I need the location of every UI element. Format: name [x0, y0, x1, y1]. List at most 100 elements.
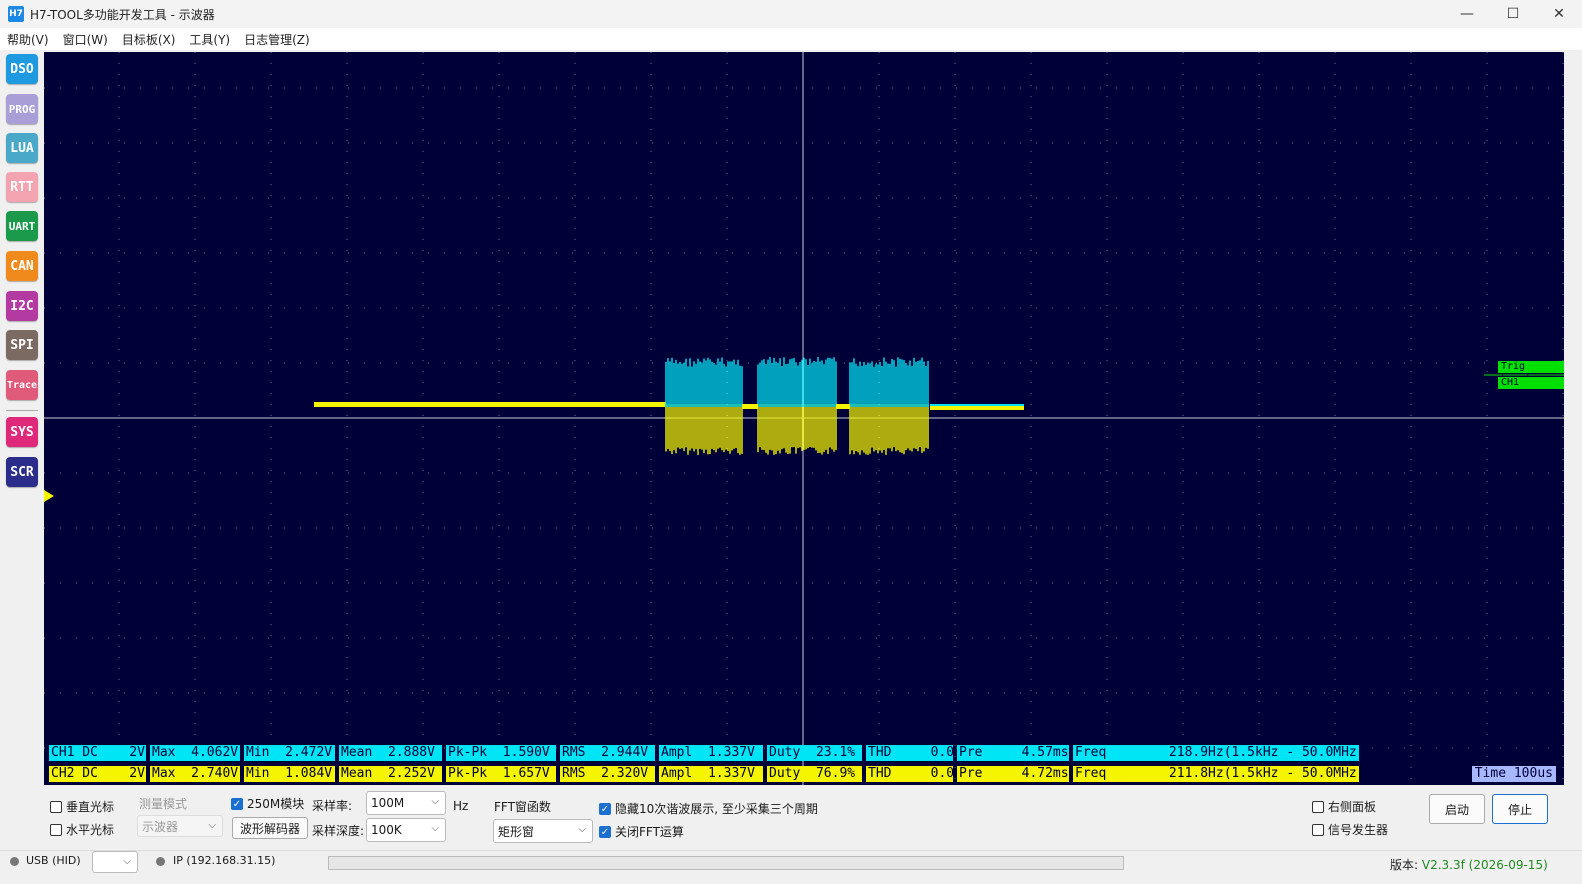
chevron-down-icon: ⌵	[208, 820, 216, 831]
sidebar-i2c-button[interactable]: I2C	[6, 291, 38, 321]
ch1-coupling: CH1 DC 2V	[49, 745, 146, 761]
sidebar-rtt-button[interactable]: RTT	[6, 172, 38, 202]
sample-rate-select[interactable]: 100M ⌵	[366, 791, 446, 815]
sidebar-scr-button[interactable]: SCR	[6, 457, 38, 487]
checkbox-box	[50, 823, 62, 836]
menu-target-board[interactable]: 目标板(X)	[115, 31, 183, 48]
ch1-pk-pk: Pk-Pk 1.590V	[446, 745, 556, 761]
chevron-down-icon: ⌵	[431, 796, 439, 807]
sample-depth-label: 采样深度:	[312, 824, 365, 838]
chevron-down-icon: ⌵	[578, 824, 586, 835]
sidebar-prog-button[interactable]: PROG	[6, 94, 38, 124]
ch2-pk-pk: Pk-Pk 1.657V	[446, 766, 556, 782]
minimize-button[interactable]: —	[1444, 0, 1490, 28]
ch1-max: Max 4.062V	[150, 745, 240, 761]
close-fft-checkbox[interactable]: ✓ 关闭FFT运算	[599, 823, 684, 840]
sample-rate-unit: Hz	[453, 799, 469, 813]
vertical-scrollbar[interactable]	[1566, 52, 1580, 785]
trigger-level-value: CH1 3.482V	[1498, 377, 1564, 400]
measure-mode-label: 测量模式	[139, 797, 188, 811]
fft-window-label: FFT窗函数	[494, 800, 551, 814]
time-div-label: Time 100us	[1471, 766, 1556, 782]
right-panel-checkbox[interactable]: 右侧面板	[1312, 798, 1376, 815]
sidebar-trace-button[interactable]: Trace	[6, 370, 38, 400]
vertical-cursor-checkbox[interactable]: 垂直光标	[50, 798, 114, 815]
close-button[interactable]: ✕	[1536, 0, 1582, 28]
ch1-burst-trace	[665, 357, 743, 407]
menu-log-management[interactable]: 日志管理(Z)	[237, 31, 317, 48]
window-title: H7-TOOL多功能开发工具 - 示波器	[30, 7, 215, 22]
ch2-mean: Mean 2.252V	[339, 766, 442, 782]
ch1-burst-trace	[757, 357, 837, 407]
checkbox-box	[50, 800, 62, 813]
menu-tools[interactable]: 工具(Y)	[182, 31, 237, 48]
title-bar: H7 H7-TOOL多功能开发工具 - 示波器 — ☐ ✕	[0, 0, 1582, 28]
stop-button[interactable]: 停止	[1492, 794, 1548, 824]
ch1-pre: Pre 4.57ms	[957, 745, 1069, 761]
ch1-min: Min 2.472V	[244, 745, 335, 761]
checkbox-box	[1312, 823, 1324, 836]
app-logo-icon: H7	[8, 6, 24, 22]
control-panel: 垂直光标 水平光标 测量模式 示波器 ⌵ ✓ 250M模块 波形解码器 采样率:…	[0, 788, 1582, 848]
fft-window-select[interactable]: 矩形窗 ⌵	[493, 819, 593, 843]
waveform-canvas	[44, 52, 1564, 785]
sidebar-lua-button[interactable]: LUA	[6, 133, 38, 163]
ch2-burst-trace	[849, 404, 929, 455]
ch2-max: Max 2.740V	[150, 766, 240, 782]
trigger-position-marker[interactable]	[44, 490, 54, 502]
ch2-pre: Pre 4.72ms	[957, 766, 1069, 782]
trigger-level-label: Trig Level	[1498, 361, 1564, 384]
ch1-thd: THD 0.0	[866, 745, 953, 761]
sidebar-uart-button[interactable]: UART	[6, 211, 38, 241]
ch2-measurement-row: CH2 DC 2V Max 2.740V Min 1.084V Mean 2.2…	[49, 766, 1363, 782]
ch1-duty: Duty 23.1%	[767, 745, 862, 761]
version-value: V2.3.3f (2026-09-15)	[1421, 858, 1548, 872]
signal-generator-checkbox[interactable]: 信号发生器	[1312, 821, 1388, 838]
chevron-down-icon: ⌵	[123, 856, 131, 867]
sidebar-spi-button[interactable]: SPI	[6, 330, 38, 360]
checkbox-checked-icon: ✓	[231, 797, 243, 810]
usb-status-label: USB (HID)	[26, 854, 81, 867]
ch1-measurement-row: CH1 DC 2V Max 4.062V Min 2.472V Mean 2.8…	[49, 745, 1363, 761]
checkbox-checked-icon: ✓	[599, 802, 611, 815]
oscilloscope-display[interactable]: Trig Level CH1 3.482V CH1 DC 2V Max 4.06…	[44, 52, 1564, 785]
sidebar-sys-button[interactable]: SYS	[6, 417, 38, 447]
progress-bar	[328, 856, 1124, 870]
version-info: 版本: V2.3.3f (2026-09-15)	[1390, 856, 1548, 873]
chevron-down-icon: ⌵	[431, 823, 439, 834]
ch2-min: Min 1.084V	[244, 766, 335, 782]
usb-device-select[interactable]: ⌵	[92, 851, 138, 873]
ch2-rms: RMS 2.320V	[560, 766, 655, 782]
menu-window[interactable]: 窗口(W)	[56, 31, 115, 48]
horizontal-cursor-checkbox[interactable]: 水平光标	[50, 821, 114, 838]
ch2-ampl: Ampl 1.337V	[659, 766, 763, 782]
ch2-duty: Duty 76.9%	[767, 766, 862, 782]
ch2-thd: THD 0.0	[866, 766, 953, 782]
sidebar-can-button[interactable]: CAN	[6, 251, 38, 281]
menu-bar: 帮助(V) 窗口(W) 目标板(X) 工具(Y) 日志管理(Z)	[0, 28, 1582, 50]
ch1-ampl: Ampl 1.337V	[659, 745, 763, 761]
ch1-idle-trace	[930, 404, 1024, 406]
ip-status-indicator	[156, 857, 165, 866]
hide-harmonics-checkbox[interactable]: ✓ 隐藏10次谐波展示, 至少采集三个周期	[599, 800, 818, 817]
ch1-burst-trace	[849, 357, 929, 407]
measure-mode-select[interactable]: 示波器 ⌵	[137, 815, 223, 837]
module-sidebar: DSO PROG LUA RTT UART CAN I2C SPI Trace …	[0, 50, 44, 790]
sample-rate-label: 采样率:	[312, 799, 353, 813]
sample-depth-select[interactable]: 100K ⌵	[366, 818, 446, 842]
ch2-coupling: CH2 DC 2V	[49, 766, 146, 782]
usb-status-indicator	[10, 857, 19, 866]
ch2-idle-trace	[836, 404, 850, 409]
sidebar-dso-button[interactable]: DSO	[6, 54, 38, 84]
module-250m-checkbox[interactable]: ✓ 250M模块	[231, 795, 304, 812]
waveform-decoder-button[interactable]: 波形解码器	[232, 817, 308, 839]
maximize-button[interactable]: ☐	[1490, 0, 1536, 28]
menu-help[interactable]: 帮助(V)	[0, 31, 56, 48]
status-bar: USB (HID) ⌵ IP (192.168.31.15) 版本: V2.3.…	[0, 850, 1582, 884]
ch2-burst-trace	[757, 404, 837, 455]
ch2-idle-trace	[314, 402, 666, 407]
checkbox-checked-icon: ✓	[599, 825, 611, 838]
ch2-idle-trace	[742, 404, 758, 409]
start-button[interactable]: 启动	[1429, 794, 1485, 824]
ch1-freq: Freq 218.9Hz(1.5kHz - 50.0MHz)	[1073, 745, 1359, 761]
